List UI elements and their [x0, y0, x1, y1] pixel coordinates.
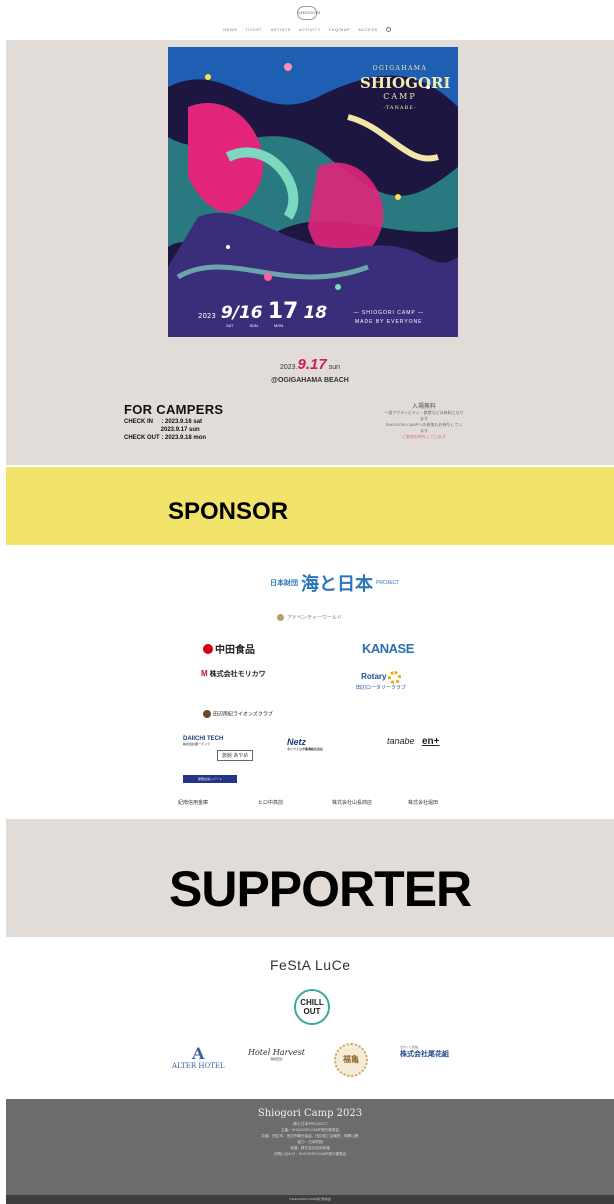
- obana-sub: きのくに建設: [400, 1045, 419, 1049]
- event-poster: OGIGAHAMA SHIOGORI CAMP -TANABE- 2023 9/…: [168, 47, 458, 337]
- lions-label: 田辺南紀ライオンズクラブ: [213, 711, 273, 718]
- nav-artists[interactable]: ARTISTS: [271, 27, 291, 32]
- nav-ticket[interactable]: TICKET: [245, 27, 262, 32]
- yamacho-logo[interactable]: 株式会社山長商店: [332, 799, 372, 806]
- main-nav: NEWS TICKET ARTISTS ACTIVITY FAQ/MAP ACC…: [0, 27, 614, 32]
- poster-day: SUN: [249, 323, 258, 328]
- nakata-label: 中田食品: [215, 645, 255, 656]
- poster-day: SAT: [226, 323, 234, 328]
- adventure-world-logo[interactable]: アドベンチャーワールド: [277, 614, 342, 622]
- alter-label: ALTER HOTEL: [172, 1062, 225, 1070]
- nav-access[interactable]: ACCESS: [358, 27, 377, 32]
- alter-hotel-logo[interactable]: A ALTER HOTEL: [172, 1044, 225, 1071]
- poster-title-top: OGIGAHAMA: [372, 65, 428, 72]
- poster-date-1: 9/16: [220, 303, 263, 323]
- obana-logo[interactable]: きのくに建設株式会社尾花組: [400, 1045, 449, 1059]
- poster-title: OGIGAHAMA SHIOGORI CAMP -TANABE-: [360, 65, 451, 111]
- chill-label: CHILL: [300, 998, 324, 1007]
- nav-faq-map[interactable]: FAQ/MAP: [329, 27, 350, 32]
- kanase-logo[interactable]: KANASE: [362, 641, 414, 656]
- supporter-heading: SUPPORTER: [169, 861, 472, 917]
- sponsor-heading: SPONSOR: [168, 498, 289, 525]
- admission-note: ご参加お待ちしています: [402, 434, 446, 439]
- umi-small: 日本財団: [270, 579, 298, 587]
- daiichi-sub: 株式会社第一テック: [183, 742, 211, 746]
- admission-line: 一部アクティビティ・飲食などは有料となります: [384, 410, 464, 421]
- poster-day: MON: [273, 323, 284, 328]
- morikawa-logo[interactable]: M 株式会社モリカワ: [201, 669, 266, 679]
- umi-main: 海と日本: [301, 574, 373, 594]
- event-place: @OGIGAHAMA BEACH: [271, 377, 349, 384]
- obana-label: 株式会社尾花組: [400, 1051, 449, 1058]
- admission-line: SHIOGORI CAMPへの参加もお待ちしています: [385, 422, 463, 433]
- site-logo[interactable]: SHIOGORI: [297, 6, 320, 20]
- footer-title: Shiogori Camp 2023: [257, 1108, 363, 1119]
- poster-year: 2023: [198, 312, 216, 320]
- adventure-label: アドベンチャーワールド: [287, 615, 342, 621]
- chill-out-logo[interactable]: CHILL OUT: [294, 989, 330, 1025]
- tanabe-logo[interactable]: tanabe: [387, 736, 415, 746]
- event-date-main: 9.17: [297, 356, 327, 373]
- event-date-day: sun: [328, 364, 340, 371]
- poster-title-main: SHIOGORI: [360, 74, 451, 92]
- event-date-prefix: 2023.: [280, 364, 298, 371]
- event-date: 2023.9.17 sun: [6, 356, 614, 373]
- poster-tagline: — SHIOGORI CAMP — MADE BY EVERYONE: [353, 309, 424, 327]
- admission-info: 入場無料 一部アクティビティ・飲食などは有料となります SHIOGORI CAM…: [384, 404, 464, 440]
- hotta-logo[interactable]: 株式会社堀田: [408, 799, 438, 806]
- poster-tag-1: — SHIOGORI CAMP —: [353, 310, 424, 316]
- check-out-row: CHECK OUT : 2023.9.18 mon: [124, 435, 207, 441]
- site-header: SHIOGORI NEWS TICKET ARTISTS ACTIVITY FA…: [0, 0, 614, 40]
- poster-days: SAT SUN MON: [226, 323, 283, 328]
- poster-dates: 2023 9/16 17 18: [198, 299, 327, 324]
- footer-line: お問い合わせ：SHIOGORI CAMP実行委員会: [273, 1152, 347, 1156]
- check-in-row: CHECK IN : 2023.9.16 sat: [124, 419, 203, 425]
- check-in-row-2: 2023.9.17 sun: [124, 427, 200, 433]
- hiro-logo[interactable]: ヒロ中高前: [258, 799, 283, 806]
- en-plus-logo[interactable]: en+: [422, 736, 440, 747]
- sponsor-heading-band: SPONSOR: [6, 467, 614, 545]
- hero-section: OGIGAHAMA SHIOGORI CAMP -TANABE- 2023 9/…: [6, 40, 614, 465]
- umi-project: PROJECT: [376, 580, 400, 586]
- poster-date-3: 18: [303, 303, 328, 323]
- alter-mark-icon: A: [192, 1044, 205, 1063]
- rotary-logo[interactable]: Rotary 田辺ロータリークラブ: [356, 671, 406, 691]
- rotary-sub: 田辺ロータリークラブ: [356, 685, 407, 691]
- adventure-mark-icon: [277, 614, 284, 622]
- nav-activity[interactable]: ACTIVITY: [299, 27, 321, 32]
- lions-club-logo[interactable]: 田辺南紀ライオンズクラブ: [203, 710, 273, 718]
- out-label: OUT: [303, 1007, 321, 1016]
- resort-logo[interactable]: 熊野白浜リゾート: [183, 775, 237, 783]
- seal-logo[interactable]: 福亀: [334, 1043, 368, 1077]
- morikawa-label: 株式会社モリカワ: [209, 671, 266, 678]
- harvest-label: Hotel Harvest: [248, 1048, 305, 1057]
- search-icon[interactable]: [385, 27, 391, 32]
- poster-tag-2: MADE BY EVERYONE: [354, 319, 423, 325]
- kinan-shinkin-logo[interactable]: 紀南信用金庫: [178, 799, 208, 806]
- daiichi-tech-logo[interactable]: DAIICHI TECH 株式会社第一テック: [183, 736, 223, 746]
- festa-luce-logo[interactable]: FeStA LuCe: [270, 957, 351, 973]
- nakata-logo[interactable]: 中田食品: [203, 641, 255, 656]
- campers-info: FOR CAMPERS CHECK IN : 2023.9.16 sat 202…: [124, 402, 223, 441]
- poster-title-sub: -TANABE-: [383, 105, 417, 111]
- poster-date-2: 17: [267, 299, 299, 324]
- lions-mark-icon: [203, 710, 211, 718]
- nakata-mark-icon: [203, 644, 213, 654]
- morikawa-mark-icon: M: [201, 669, 208, 678]
- hotel-harvest-logo[interactable]: Hotel Harvest 南紀田辺: [248, 1048, 305, 1061]
- harvest-sub: 南紀田辺: [270, 1057, 283, 1061]
- poster-title-camp: CAMP: [383, 92, 417, 101]
- copyright: ©SHIOGORI CAMP実行委員会: [6, 1195, 614, 1204]
- site-footer: Shiogori Camp 2023 -海と日本PROJECT- 主催：SHIO…: [6, 1099, 614, 1195]
- rotary-wheel-icon: [387, 671, 401, 684]
- netz-label: Netz: [287, 737, 307, 747]
- nav-news[interactable]: NEWS: [223, 27, 237, 32]
- netz-toyota-logo[interactable]: Netz ネッツトヨタ南海株式会社: [287, 737, 323, 751]
- supporter-heading-band: SUPPORTER: [6, 819, 614, 937]
- umi-to-nippon-logo[interactable]: 日本財団 海と日本 PROJECT: [270, 570, 399, 596]
- campers-title: FOR CAMPERS: [124, 402, 224, 417]
- rotary-label: Rotary: [361, 671, 387, 681]
- ayame-logo[interactable]: 旅館 あやめ: [217, 750, 254, 761]
- netz-sub: ネッツトヨタ南海株式会社: [287, 747, 324, 751]
